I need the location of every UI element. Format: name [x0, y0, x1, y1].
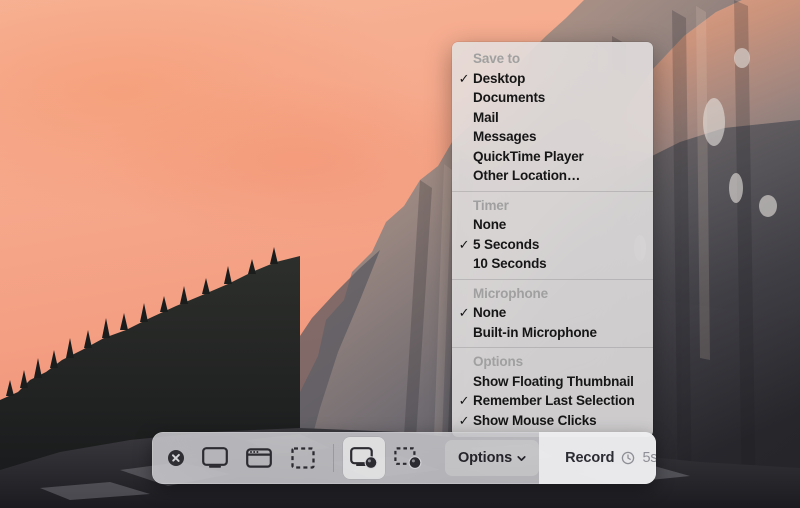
capture-selected-window-button[interactable]: [238, 437, 280, 479]
menu-item-label: Show Floating Thumbnail: [473, 374, 634, 389]
menu-item-label: Documents: [473, 90, 545, 105]
menu-item-remember-last-selection[interactable]: ✓Remember Last Selection: [452, 391, 653, 411]
menu-item-built-in-microphone[interactable]: Built-in Microphone: [452, 323, 653, 343]
close-icon[interactable]: [168, 450, 184, 466]
menu-separator: [452, 347, 653, 348]
menu-item-10-seconds[interactable]: 10 Seconds: [452, 254, 653, 274]
menu-separator: [452, 191, 653, 192]
options-popup-menu[interactable]: Save to✓DesktopDocumentsMailMessagesQuic…: [452, 42, 653, 437]
options-dropdown-label: Options: [458, 450, 512, 466]
menu-item-none[interactable]: None: [452, 215, 653, 235]
toolbar-divider: [333, 444, 334, 472]
chevron-down-icon: [517, 454, 526, 463]
menu-item-label: 10 Seconds: [473, 256, 547, 271]
menu-item-label: Built-in Microphone: [473, 325, 597, 340]
dashed-rect-record-icon: [394, 446, 422, 470]
menu-item-quicktime-player[interactable]: QuickTime Player: [452, 147, 653, 167]
record-mode-group: [343, 432, 429, 484]
menu-item-show-floating-thumbnail[interactable]: Show Floating Thumbnail: [452, 372, 653, 392]
timer-icon: [621, 451, 635, 465]
menu-item-label: QuickTime Player: [473, 149, 584, 164]
menu-section-header: Microphone: [452, 284, 653, 304]
record-button-label: Record: [565, 450, 614, 466]
check-icon: ✓: [458, 303, 470, 323]
menu-item-label: Show Mouse Clicks: [473, 413, 596, 428]
record-button[interactable]: Record 5s: [539, 432, 656, 484]
capture-selected-portion-button[interactable]: [282, 437, 324, 479]
record-entire-screen-button[interactable]: [343, 437, 385, 479]
check-icon: ✓: [458, 411, 470, 431]
screenshot-capture-toolbar[interactable]: Options Record 5s: [152, 432, 656, 484]
menu-section-header: Save to: [452, 49, 653, 69]
menu-item-show-mouse-clicks[interactable]: ✓Show Mouse Clicks: [452, 411, 653, 431]
menu-item-label: 5 Seconds: [473, 237, 539, 252]
dashed-rect-icon: [291, 447, 315, 469]
check-icon: ✓: [458, 235, 470, 255]
display-icon: [202, 447, 228, 469]
menu-item-label: Other Location…: [473, 168, 580, 183]
record-selected-portion-button[interactable]: [387, 437, 429, 479]
menu-section-header: Timer: [452, 196, 653, 216]
menu-item-label: Desktop: [473, 71, 525, 86]
menu-item-other-location[interactable]: Other Location…: [452, 166, 653, 186]
menu-item-label: Mail: [473, 110, 499, 125]
menu-item-label: Messages: [473, 129, 536, 144]
check-icon: ✓: [458, 391, 470, 411]
menu-item-label: None: [473, 305, 506, 320]
check-icon: ✓: [458, 69, 470, 89]
capture-mode-group: [194, 432, 324, 484]
menu-section-header: Options: [452, 352, 653, 372]
menu-item-messages[interactable]: Messages: [452, 127, 653, 147]
menu-item-label: None: [473, 217, 506, 232]
record-timer-value: 5s: [642, 450, 656, 466]
menu-separator: [452, 279, 653, 280]
display-record-icon: [350, 446, 378, 470]
menu-item-documents[interactable]: Documents: [452, 88, 653, 108]
window-icon: [246, 447, 272, 469]
menu-item-5-seconds[interactable]: ✓5 Seconds: [452, 235, 653, 255]
menu-item-none[interactable]: ✓None: [452, 303, 653, 323]
menu-item-mail[interactable]: Mail: [452, 108, 653, 128]
menu-item-desktop[interactable]: ✓Desktop: [452, 69, 653, 89]
options-dropdown-button[interactable]: Options: [445, 440, 539, 476]
menu-item-label: Remember Last Selection: [473, 393, 635, 408]
capture-entire-screen-button[interactable]: [194, 437, 236, 479]
